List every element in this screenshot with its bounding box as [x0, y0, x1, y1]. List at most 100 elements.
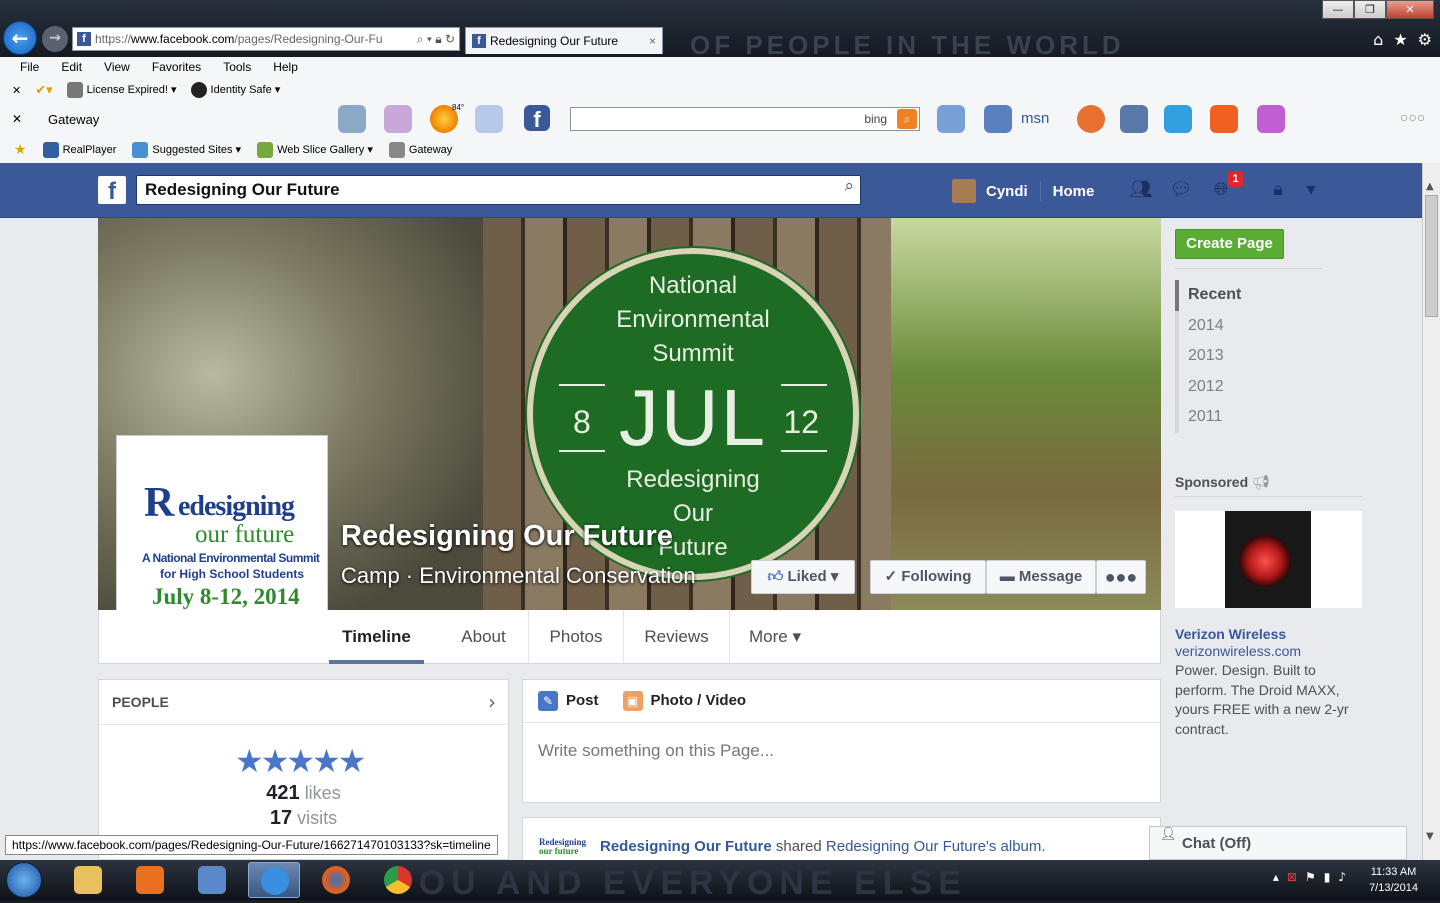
tray-flag-icon[interactable]: ⚑: [1305, 870, 1316, 884]
year-recent[interactable]: Recent: [1175, 280, 1323, 311]
games-icon[interactable]: [1210, 105, 1238, 133]
favorite-web-slice-gallery[interactable]: Web Slice Gallery ▾: [257, 142, 373, 158]
story-object-link[interactable]: Redesigning Our Future's album.: [826, 838, 1046, 855]
privacy-shortcuts-icon[interactable]: 🔒︎: [1265, 179, 1291, 201]
avatar[interactable]: [952, 179, 976, 203]
forward-button[interactable]: →: [42, 26, 68, 52]
maps-icon[interactable]: [384, 105, 412, 133]
tab-timeline[interactable]: Timeline: [329, 610, 424, 664]
browser-tab[interactable]: f Redesigning Our Future ×: [465, 27, 663, 54]
skype-icon[interactable]: [1164, 105, 1192, 133]
star-icon[interactable]: ★: [1393, 30, 1407, 49]
more-options-icon[interactable]: ○○○: [1400, 109, 1425, 125]
maximize-button[interactable]: ❐: [1354, 0, 1386, 19]
taskbar-chrome[interactable]: [372, 862, 424, 898]
start-button[interactable]: [6, 862, 42, 898]
messages-icon[interactable]: 💬︎: [1168, 179, 1194, 201]
liked-button[interactable]: 👍︎ Liked ▾: [751, 560, 855, 594]
page-title[interactable]: Redesigning Our Future: [341, 520, 673, 553]
tray-volume-icon[interactable]: ♪: [1338, 870, 1346, 884]
address-bar[interactable]: f https://www.facebook.com/pages/Redesig…: [72, 27, 460, 51]
likes-count[interactable]: 421 likes: [99, 782, 508, 805]
composer-input[interactable]: Write something on this Page...: [538, 741, 774, 761]
taskbar-firefox[interactable]: [310, 862, 362, 898]
tab-about[interactable]: About: [439, 610, 529, 664]
year-2012[interactable]: 2012: [1179, 372, 1323, 403]
search-go-icon[interactable]: ⌕: [897, 109, 917, 129]
visits-count[interactable]: 17 visits: [99, 807, 508, 830]
tray-network-icon[interactable]: ▮: [1324, 870, 1331, 884]
norton-check-icon[interactable]: ✔▾: [35, 83, 52, 98]
search-icon[interactable]: ⌕: [844, 176, 854, 196]
account-menu-chevron-icon[interactable]: ▾: [1298, 179, 1324, 201]
home-icon[interactable]: ⌂: [1373, 30, 1383, 49]
facebook-search-input[interactable]: Redesigning Our Future ⌕: [136, 175, 861, 205]
page-scrollbar[interactable]: ▲ ▼: [1422, 163, 1440, 860]
close-window-button[interactable]: ✕: [1386, 0, 1434, 19]
thumbs-up-icon[interactable]: [937, 105, 965, 133]
taskbar-app[interactable]: [186, 862, 238, 898]
scroll-up-icon[interactable]: ▲: [1426, 181, 1434, 192]
tab-more[interactable]: More ▾: [730, 610, 820, 664]
home-link[interactable]: Home: [1053, 183, 1095, 200]
story-page-avatar[interactable]: Redesigning our future: [539, 838, 586, 862]
tab-photos[interactable]: Photos: [529, 610, 624, 664]
menu-help[interactable]: Help: [273, 60, 298, 74]
chat-bar[interactable]: 👤︎ Chat (Off): [1149, 826, 1407, 860]
news-icon[interactable]: [338, 105, 366, 133]
facebook-logo-icon[interactable]: f: [98, 176, 126, 205]
puzzle-icon[interactable]: [1257, 105, 1285, 133]
video-icon[interactable]: [1120, 105, 1148, 133]
scrollbar-thumb[interactable]: [1425, 195, 1438, 317]
taskbar-internet-explorer[interactable]: [248, 862, 300, 898]
chevron-right-icon[interactable]: ›: [488, 690, 496, 714]
tab-reviews[interactable]: Reviews: [624, 610, 730, 664]
menu-view[interactable]: View: [104, 60, 130, 74]
user-name-link[interactable]: Cyndi: [986, 183, 1028, 200]
orange-app-icon[interactable]: [1077, 105, 1105, 133]
close-tab-icon[interactable]: ×: [649, 28, 656, 54]
ad-image[interactable]: [1175, 511, 1362, 608]
year-2014[interactable]: 2014: [1179, 311, 1323, 342]
ad-text[interactable]: Power. Design. Built to perform. The Dro…: [1175, 661, 1365, 739]
bing-search-box[interactable]: bing ⌕: [570, 107, 920, 131]
more-actions-button[interactable]: ●●●: [1096, 560, 1146, 594]
taskbar-media[interactable]: [124, 862, 176, 898]
friend-requests-icon[interactable]: 👥︎: [1128, 179, 1154, 201]
year-2011[interactable]: 2011: [1179, 402, 1323, 433]
refresh-icon[interactable]: ↻: [445, 32, 455, 46]
chat-bubble-icon[interactable]: [984, 105, 1012, 133]
show-hidden-icons[interactable]: ▴: [1273, 870, 1279, 884]
people-header[interactable]: PEOPLE: [99, 680, 508, 725]
ad-title[interactable]: Verizon Wireless: [1175, 626, 1286, 642]
following-button[interactable]: ✓ Following: [870, 560, 986, 594]
facebook-icon[interactable]: f: [524, 105, 550, 132]
close-toolbar-icon[interactable]: ✕: [12, 84, 21, 97]
mail-icon[interactable]: [475, 105, 503, 133]
license-expired-item[interactable]: License Expired! ▾: [66, 82, 177, 98]
year-2013[interactable]: 2013: [1179, 341, 1323, 372]
favorite-realplayer[interactable]: RealPlayer: [42, 142, 116, 158]
taskbar-explorer[interactable]: [62, 862, 114, 898]
message-button[interactable]: ▬ Message: [986, 560, 1096, 594]
lock-icon[interactable]: 🔒︎: [435, 32, 441, 46]
gear-icon[interactable]: ⚙: [1418, 30, 1432, 49]
search-icon[interactable]: ⌕: [417, 32, 424, 46]
identity-safe-item[interactable]: Identity Safe ▾: [190, 82, 280, 98]
taskbar-clock[interactable]: 11:33 AM 7/13/2014: [1369, 864, 1418, 896]
menu-tools[interactable]: Tools: [223, 60, 251, 74]
msn-label[interactable]: msn: [1021, 110, 1049, 127]
tray-security-icon[interactable]: ⊠: [1287, 870, 1297, 884]
close-toolbar-icon[interactable]: ✕: [12, 112, 22, 126]
post-tab[interactable]: ✎ Post: [538, 691, 599, 711]
minimize-button[interactable]: —: [1322, 0, 1354, 19]
favorite-suggested-sites[interactable]: Suggested Sites ▾: [132, 142, 241, 158]
favorite-gateway[interactable]: Gateway: [388, 142, 452, 158]
create-page-button[interactable]: Create Page: [1175, 229, 1284, 259]
story-actor-link[interactable]: Redesigning Our Future: [600, 838, 772, 855]
menu-file[interactable]: File: [20, 60, 39, 74]
back-button[interactable]: ←: [3, 21, 37, 55]
scroll-down-icon[interactable]: ▼: [1426, 831, 1434, 842]
ad-url[interactable]: verizonwireless.com: [1175, 643, 1301, 659]
favorites-star-icon[interactable]: ★: [14, 142, 27, 158]
